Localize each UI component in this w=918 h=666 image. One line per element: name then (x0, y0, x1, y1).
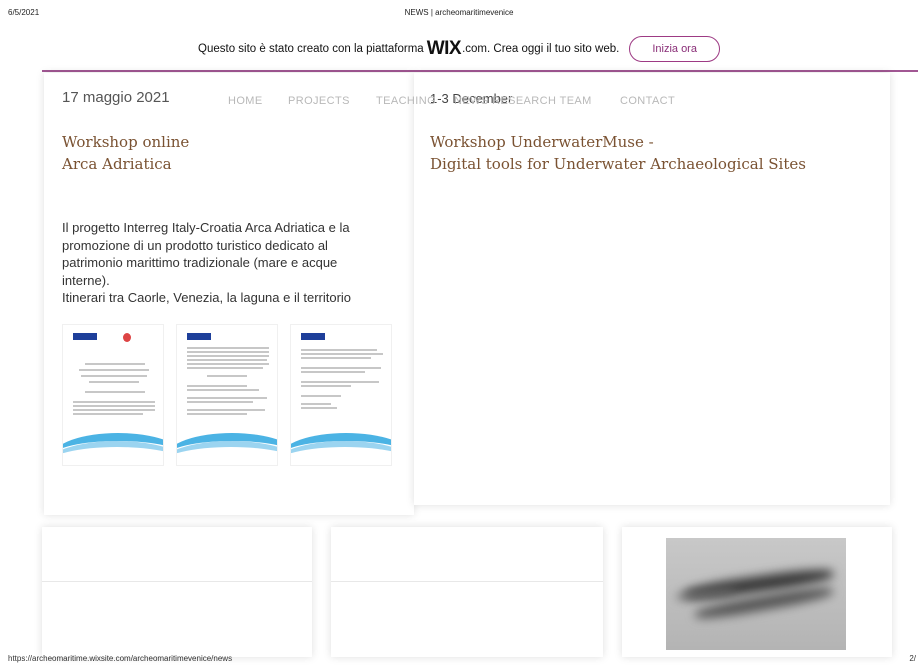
post-excerpt-line: interne). (62, 272, 110, 288)
nav-item-news[interactable]: NEWS (454, 95, 489, 107)
post-excerpt-line: promozione di un prodotto turistico dedi… (62, 237, 328, 253)
nav-item-teaching[interactable]: TEACHING (376, 95, 436, 107)
post-title-line: Arca Adriatica (62, 155, 172, 173)
nav-item-contact[interactable]: CONTACT (620, 95, 675, 107)
card-divider (42, 581, 312, 582)
inizia-ora-button[interactable]: Inizia ora (629, 36, 720, 62)
wix-banner-text: Questo sito è stato creato con la piatta… (198, 43, 424, 55)
document-thumbnail (62, 324, 164, 466)
post-card-placeholder[interactable] (331, 527, 603, 657)
nav-item-home[interactable]: HOME (228, 95, 263, 107)
print-page-number: 2/ (909, 654, 916, 663)
post-title[interactable]: Workshop UnderwaterMuse - Digital tools … (430, 131, 806, 175)
post-excerpt-line: Il progetto Interreg Italy-Croatia Arca … (62, 220, 350, 235)
post-title-line: Digital tools for Underwater Archaeologi… (430, 155, 806, 173)
post-title-line: Workshop UnderwaterMuse - (430, 133, 654, 151)
post-card-placeholder[interactable] (42, 527, 312, 657)
nav-item-projects[interactable]: PROJECTS (288, 95, 350, 107)
print-page-title: NEWS | archeomaritimevenice (404, 8, 514, 17)
card-divider (331, 581, 603, 582)
document-thumbnail (176, 324, 278, 466)
post-title[interactable]: Workshop online Arca Adriatica (62, 131, 189, 175)
post-image-documents[interactable] (62, 324, 402, 474)
print-url: https://archeomaritime.wixsite.com/arche… (8, 654, 233, 663)
post-title-line: Workshop online (62, 133, 190, 151)
wix-promo-banner: Questo sito è stato creato con la piatta… (0, 30, 918, 68)
post-excerpt-line: patrimonio marittimo tradizionale (mare … (62, 255, 338, 270)
post-excerpt: Il progetto Interreg Italy-Croatia Arca … (62, 219, 397, 307)
banner-divider (42, 70, 918, 72)
post-cover-image[interactable] (666, 538, 846, 650)
post-excerpt-line: Itinerari tra Caorle, Venezia, la laguna… (62, 290, 352, 305)
wix-banner-text-after: .com. Crea oggi il tuo sito web. (462, 43, 620, 55)
wix-logo[interactable]: WIX (427, 38, 462, 60)
nav-item-research-team[interactable]: RESEARCH TEAM (492, 95, 592, 107)
post-date: 17 maggio 2021 (62, 89, 170, 106)
document-thumbnail (290, 324, 392, 466)
